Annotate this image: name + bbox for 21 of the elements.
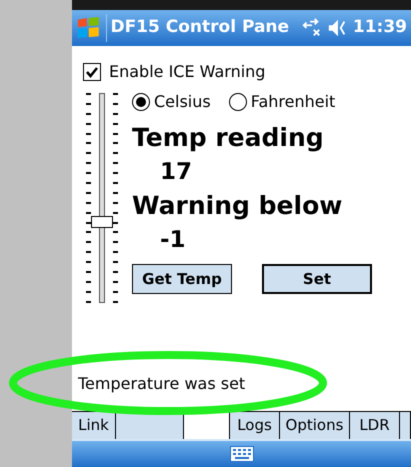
keyboard-icon[interactable] — [230, 446, 254, 462]
status-message: Temperature was set — [78, 373, 246, 395]
get-temp-button[interactable]: Get Temp — [132, 264, 232, 294]
enable-warning-label: Enable ICE Warning — [109, 61, 266, 83]
radio-button[interactable] — [228, 93, 247, 111]
enable-warning-checkbox[interactable] — [83, 63, 101, 81]
set-button[interactable]: Set — [262, 264, 372, 294]
tab[interactable]: Logs — [230, 411, 280, 439]
temp-reading-label: Temp reading — [132, 122, 325, 154]
warning-below-value: -1 — [160, 226, 187, 255]
slider-thumb[interactable] — [91, 216, 113, 228]
window-title: DF15 Control Pane — [110, 16, 290, 40]
warning-below-label: Warning below — [132, 190, 344, 222]
tab[interactable]: Options — [280, 411, 350, 439]
tab[interactable]: Link — [72, 411, 116, 439]
temp-reading-value: 17 — [160, 158, 194, 187]
radio-button[interactable] — [132, 93, 150, 111]
radio-label: Celsius — [154, 91, 211, 113]
tab[interactable] — [400, 411, 411, 439]
radio-label: Fahrenheit — [250, 91, 336, 113]
tab[interactable]: LDR — [350, 411, 400, 439]
